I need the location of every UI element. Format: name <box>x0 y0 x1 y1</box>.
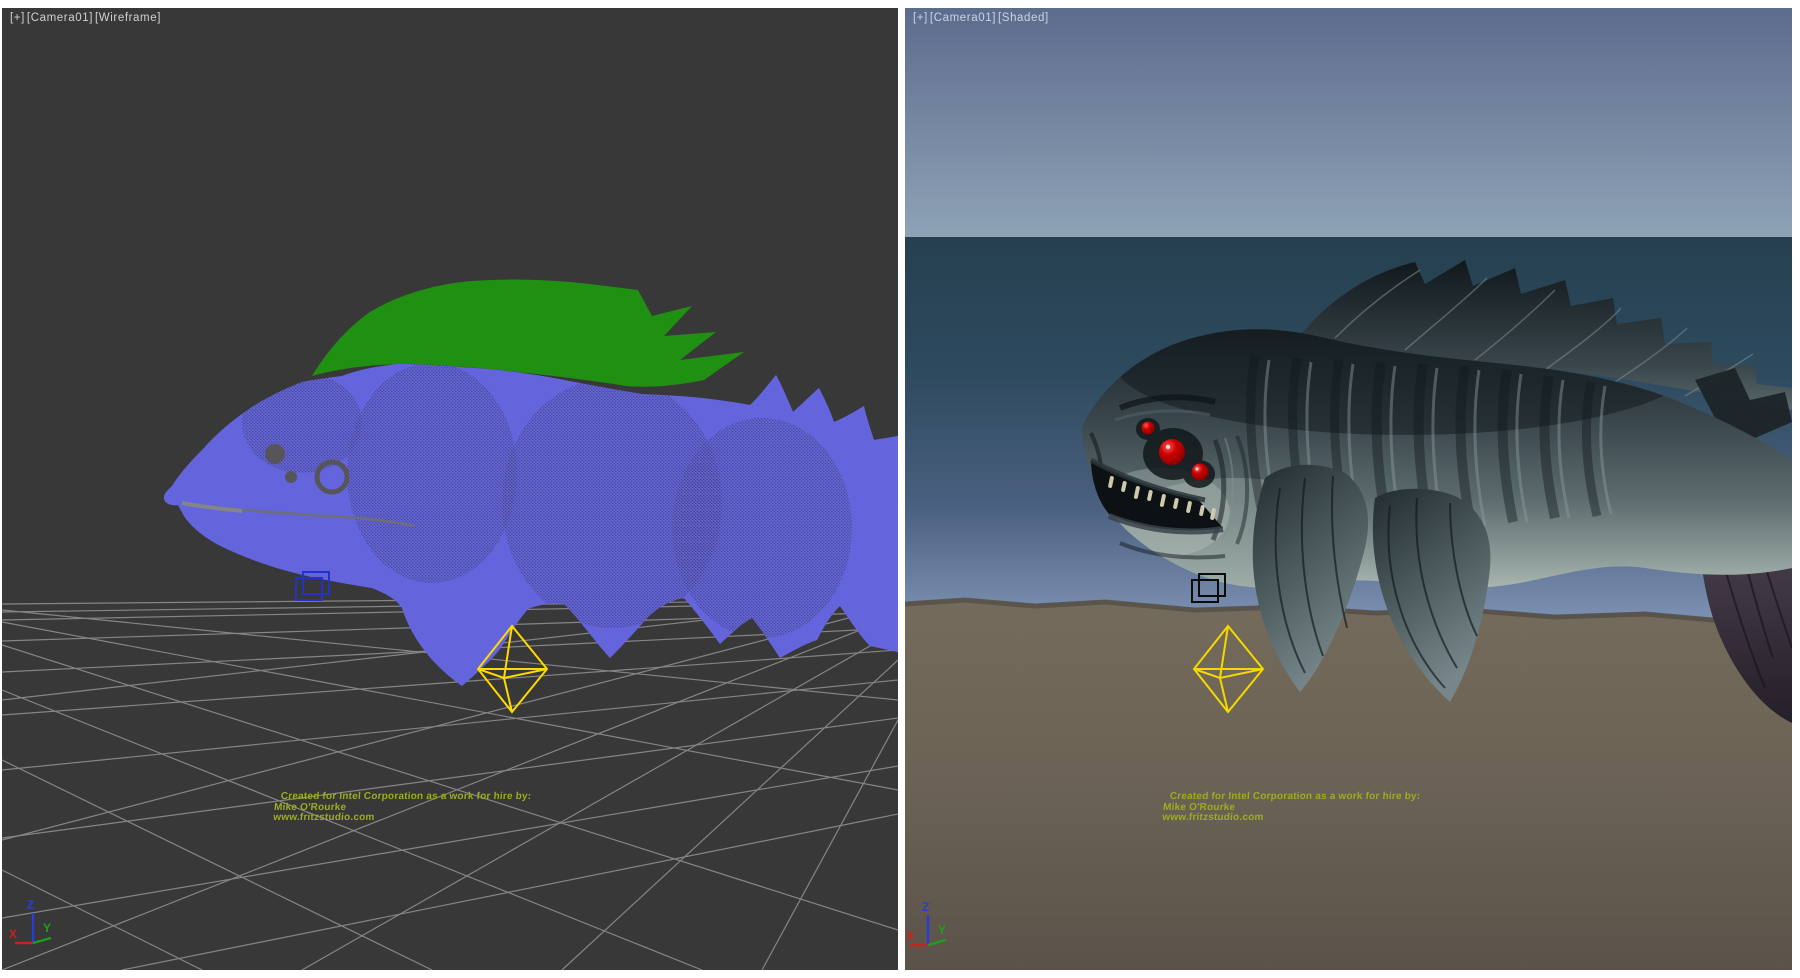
axis-x-label: X <box>906 929 914 943</box>
viewport-menu-shading-button[interactable]: [Wireframe] <box>95 12 161 24</box>
axis-x-label: X <box>9 927 17 941</box>
shaded-scene: X Z Y <box>905 8 1792 970</box>
viewport-menu-camera-button[interactable]: [Camera01] <box>27 12 93 24</box>
fish-model-wireframe[interactable] <box>164 280 898 686</box>
ground <box>905 598 1792 970</box>
viewport-camera01-wireframe[interactable]: [+][Camera01][Wireframe] <box>2 8 898 970</box>
viewport-menu-shading-button[interactable]: [Shaded] <box>998 12 1049 24</box>
wireframe-scene: X Z Y <box>2 8 898 970</box>
eye-specular-2 <box>1195 467 1198 470</box>
red-eye-large <box>1159 439 1185 465</box>
axis-z-label: Z <box>27 898 34 912</box>
sky <box>905 8 1792 237</box>
viewport-menu-expand-button[interactable]: [+] <box>913 12 928 24</box>
viewport-label-right: [+][Camera01][Shaded] <box>913 12 1051 24</box>
watermark-line-1: Created for Intel Corporation as a work … <box>280 792 531 803</box>
viewport-label-left: [+][Camera01][Wireframe] <box>10 12 163 24</box>
application-window: [+][Camera01][Wireframe] <box>0 0 1800 978</box>
watermark-line-3: www.fritzstudio.com <box>273 813 530 824</box>
viewport-menu-camera-button[interactable]: [Camera01] <box>930 12 996 24</box>
fish-eye-spot-small <box>285 471 297 483</box>
license-watermark: Created for Intel Corporation as a work … <box>273 792 532 824</box>
fish-eye-spot <box>265 444 285 464</box>
red-eye-medium <box>1192 464 1209 481</box>
eye-specular <box>1166 445 1170 449</box>
axis-y-label: Y <box>938 923 946 937</box>
axis-z-label: Z <box>922 900 929 914</box>
license-watermark: Created for Intel Corporation as a work … <box>1162 792 1421 824</box>
watermark-line-3: www.fritzstudio.com <box>1162 813 1419 824</box>
viewport-camera01-shaded[interactable]: [+][Camera01][Shaded] <box>905 8 1792 970</box>
viewport-menu-expand-button[interactable]: [+] <box>10 12 25 24</box>
red-eye-small <box>1142 422 1155 435</box>
axis-gizmo: X Z Y <box>9 898 51 943</box>
watermark-line-1: Created for Intel Corporation as a work … <box>1169 792 1420 803</box>
axis-y-label: Y <box>43 921 51 935</box>
